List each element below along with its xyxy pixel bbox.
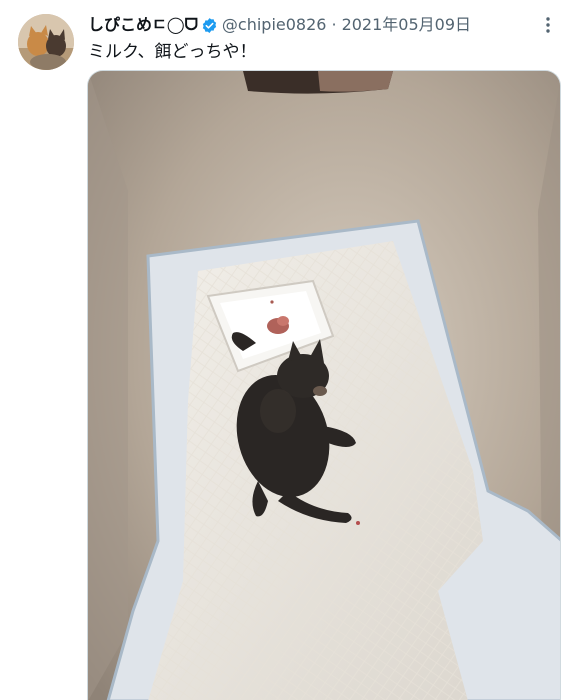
more-options-icon[interactable] bbox=[538, 14, 558, 36]
user-handle[interactable]: @chipie0826 bbox=[222, 14, 327, 36]
tweet-date[interactable]: 2021年05月09日 bbox=[342, 14, 471, 36]
tweet-text: ミルク、餌どっちや！ bbox=[88, 42, 257, 62]
tweet: しぴこめㄷ◯ᗜ @chipie0826 · 2021年05月09日 ミルク、餌ど… bbox=[0, 0, 578, 700]
avatar[interactable] bbox=[18, 14, 74, 70]
separator-dot: · bbox=[331, 15, 337, 34]
verified-badge-icon bbox=[201, 17, 218, 34]
display-name[interactable]: しぴこめㄷ◯ᗜ bbox=[88, 14, 198, 36]
tweet-photo[interactable] bbox=[87, 70, 561, 700]
tweet-header: しぴこめㄷ◯ᗜ @chipie0826 · 2021年05月09日 bbox=[88, 14, 538, 36]
